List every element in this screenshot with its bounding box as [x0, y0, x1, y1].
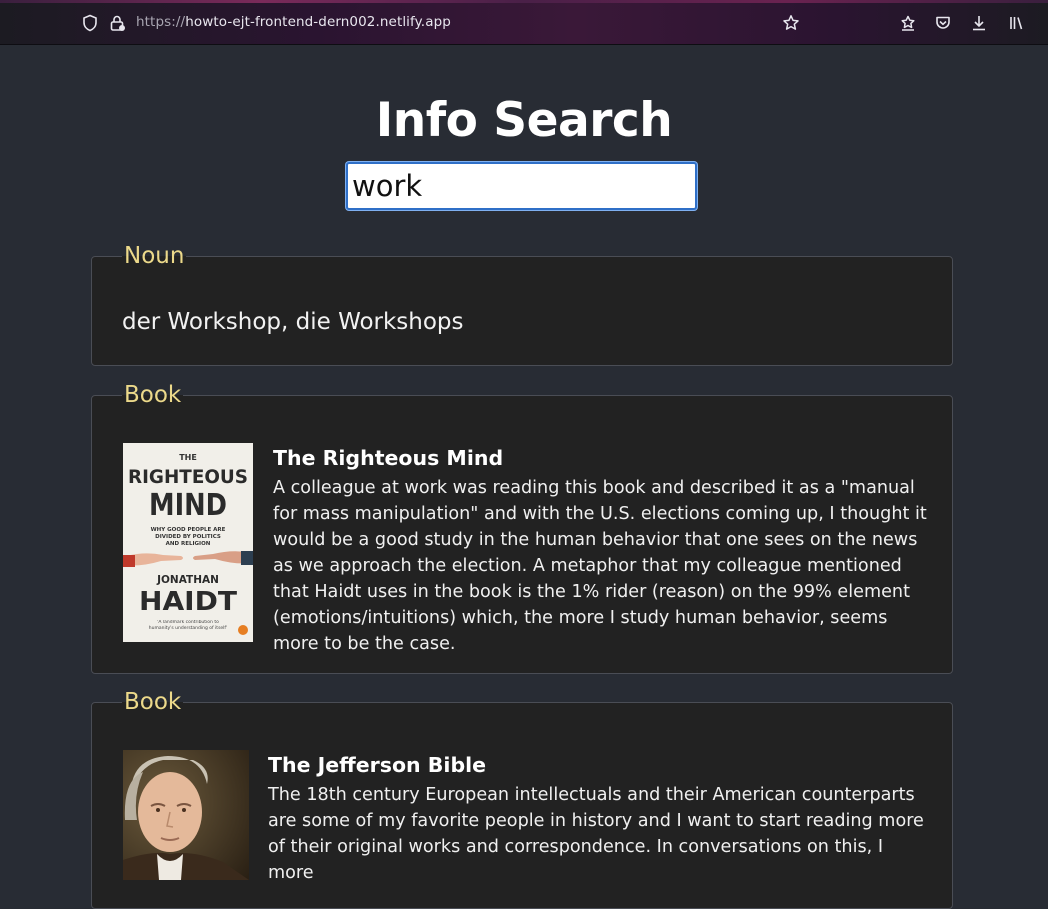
star-icon[interactable] [780, 12, 802, 34]
book-title: The Righteous Mind [273, 446, 504, 470]
page-title: Info Search [375, 93, 673, 148]
book-card: Book THE RIGHTEOUS MIND WHY GOOD PEOPLE … [91, 382, 953, 674]
cover-text: THE [179, 453, 197, 462]
card-legend: Book [124, 382, 182, 408]
cover-text: MIND [149, 488, 227, 523]
download-icon[interactable] [968, 12, 990, 34]
url-host: howto-ejt-frontend-dern002.netlify.app [185, 14, 451, 30]
url-protocol: https:// [136, 14, 186, 30]
book-card: Book The Jefferson Bible The 18th centur… [91, 689, 953, 909]
book-title: The Jefferson Bible [268, 753, 487, 777]
address-bar-url[interactable]: https://howto-ejt-frontend-dern002.netli… [136, 14, 451, 30]
lock-icon[interactable] [106, 12, 128, 34]
cover-quote: 'A landmark contribution to humanity's u… [148, 620, 228, 631]
cover-text: HAIDT [139, 587, 237, 617]
cover-subtitle: WHY GOOD PEOPLE ARE DIVIDED BY POLITICS … [150, 527, 226, 547]
book-description: A colleague at work was reading this boo… [273, 478, 927, 654]
library-icon[interactable] [1005, 12, 1027, 34]
shield-icon[interactable] [79, 12, 101, 34]
noun-text: der Workshop, die Workshops [122, 309, 464, 335]
page-content: Info Search Noun der Workshop, die Works… [0, 45, 1048, 909]
search-input[interactable] [346, 162, 697, 210]
cover-text: JONATHAN [156, 574, 219, 586]
book-description: The 18th century European intellectuals … [268, 785, 924, 883]
card-legend: Book [124, 689, 182, 715]
book-cover-image [123, 750, 249, 880]
card-legend: Noun [124, 243, 185, 269]
pocket-icon[interactable] [932, 12, 954, 34]
noun-card: Noun der Workshop, die Workshops [91, 243, 953, 366]
bookmark-star-icon[interactable] [897, 12, 919, 34]
browser-toolbar: https://howto-ejt-frontend-dern002.netli… [0, 0, 1048, 45]
book-cover-image: THE RIGHTEOUS MIND WHY GOOD PEOPLE ARE D… [123, 443, 253, 642]
cover-text: RIGHTEOUS [128, 466, 248, 488]
